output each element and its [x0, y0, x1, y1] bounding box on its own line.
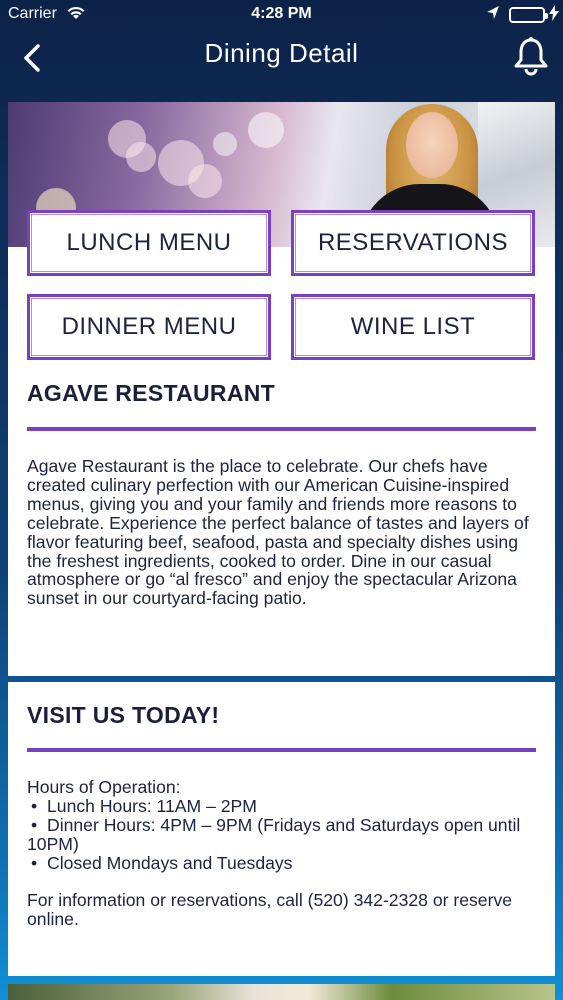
charging-bolt-icon	[549, 5, 559, 24]
visit-card: VISIT US TODAY! Hours of Operation: Lunc…	[8, 682, 555, 976]
restaurant-card: LUNCH MENU RESERVATIONS DINNER MENU WINE…	[8, 102, 555, 676]
dinner-menu-button[interactable]: DINNER MENU	[27, 294, 271, 360]
bokeh-light	[188, 164, 222, 198]
bokeh-light	[126, 142, 156, 172]
list-item: Closed Mondays and Tuesdays	[27, 853, 542, 873]
bokeh-light	[248, 112, 284, 148]
battery-icon	[509, 7, 548, 23]
host-face	[406, 112, 458, 178]
list-item: Lunch Hours: 11AM – 2PM	[27, 797, 542, 816]
reservations-button[interactable]: RESERVATIONS	[291, 210, 535, 276]
lunch-menu-button[interactable]: LUNCH MENU	[27, 210, 271, 276]
navigation-bar: Dining Detail	[0, 30, 563, 86]
bell-icon	[514, 37, 548, 76]
divider	[27, 748, 536, 752]
bokeh-light	[213, 132, 237, 156]
divider	[27, 427, 536, 431]
hours-list: Lunch Hours: 11AM – 2PM Dinner Hours: 4P…	[27, 797, 542, 873]
status-bar: Carrier 4:28 PM	[0, 0, 563, 30]
next-card-image	[8, 984, 555, 1000]
restaurant-description: Agave Restaurant is the place to celebra…	[27, 456, 529, 609]
visit-title: VISIT US TODAY!	[27, 702, 220, 728]
contact-info: For information or reservations, call (5…	[27, 890, 513, 929]
restaurant-name: AGAVE RESTAURANT	[27, 380, 276, 406]
hours-section: Hours of Operation: Lunch Hours: 11AM – …	[27, 778, 542, 873]
notifications-button[interactable]	[512, 36, 550, 76]
hours-heading: Hours of Operation:	[27, 777, 181, 797]
location-arrow-icon	[486, 5, 500, 26]
clock: 4:28 PM	[251, 5, 312, 22]
wine-list-button[interactable]: WINE LIST	[291, 294, 535, 360]
page-title: Dining Detail	[204, 38, 359, 68]
list-item: Dinner Hours: 4PM – 9PM (Fridays and Sat…	[27, 815, 542, 854]
